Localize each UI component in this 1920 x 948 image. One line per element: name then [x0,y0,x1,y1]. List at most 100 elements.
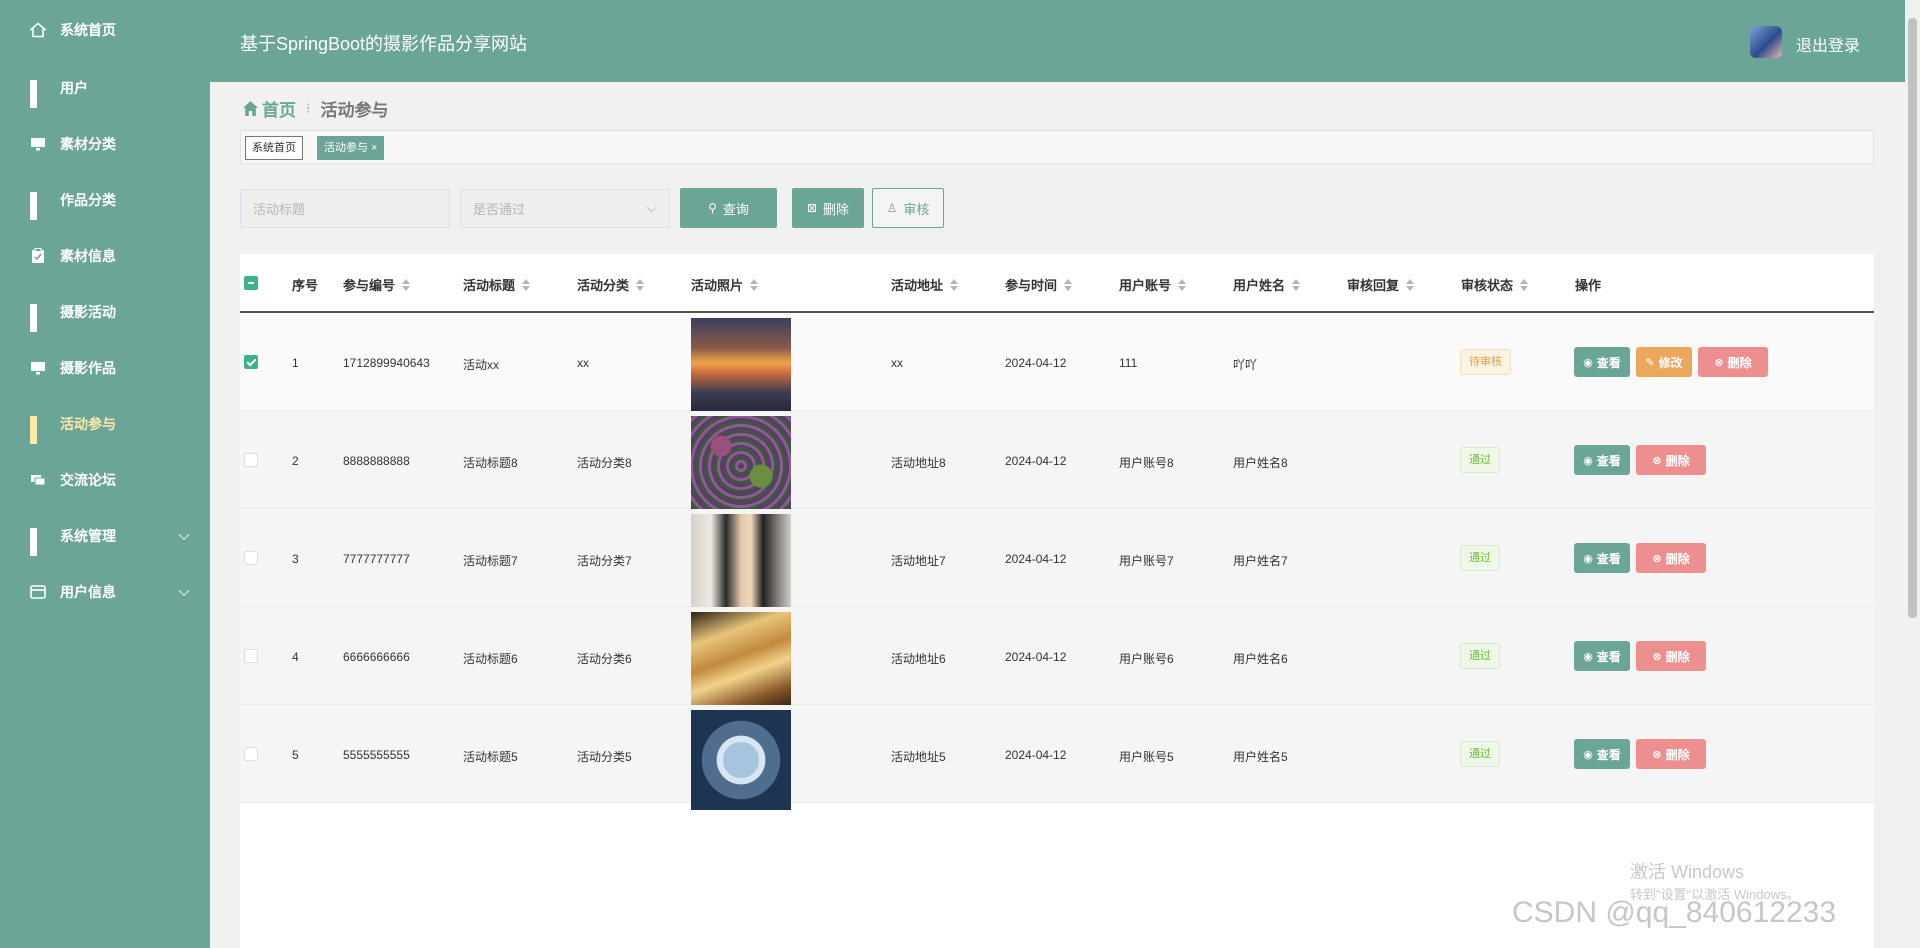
tag-activity-participation[interactable]: 活动参与 × [317,136,385,160]
sidebar-item-5[interactable]: 摄影活动 [0,284,210,340]
row-checkbox[interactable] [244,747,258,761]
col-account[interactable]: 用户账号 [1119,275,1187,294]
cell-address: 活动地址8 [891,456,946,470]
table-row[interactable]: 2 8888888888 活动标题8 活动分类8 活动地址8 2024-04-12 用户账号… [240,411,1874,516]
table-header: 序号 参与编号 活动标题 活动分类 活动照片 活动地址 参与时间 用户账号 用户… [240,254,1874,313]
page-scrollbar[interactable] [1905,0,1920,948]
sidebar-item-9[interactable]: 系统管理 [0,508,210,564]
status-badge: 通过 [1460,741,1500,767]
delete-button[interactable]: ⊗ 删除 [1636,445,1706,475]
query-button[interactable]: ⚲ 查询 [680,188,777,228]
cell-name: 吖吖 [1233,358,1258,372]
col-index: 序号 [292,278,319,293]
eye-icon: ◉ [1583,748,1593,761]
monitor-icon [30,360,46,376]
sort-icon [522,278,531,291]
activity-photo[interactable] [691,416,791,516]
pass-status-placeholder: 是否通过 [473,202,526,217]
col-reply[interactable]: 审核回复 [1347,275,1415,294]
cell-category: 活动分类6 [577,652,632,666]
sidebar-item-4[interactable]: 素材信息 [0,228,210,284]
table-row[interactable]: 5 5555555555 活动标题5 活动分类5 活动地址5 2024-04-12 用户账号… [240,705,1874,810]
eye-icon: ◉ [1583,454,1593,467]
table-row[interactable]: 3 7777777777 活动标题7 活动分类7 活动地址7 2024-04-12 用户账号… [240,509,1874,614]
row-checkbox[interactable] [244,551,258,565]
sort-icon [402,278,411,291]
view-button[interactable]: ◉ 查看 [1574,347,1630,377]
sidebar-item-label: 摄影作品 [60,360,116,376]
cell-title: 活动xx [463,358,500,372]
cell-name: 用户姓名8 [1233,456,1288,470]
cell-category: xx [577,356,589,370]
cell-time: 2024-04-12 [1005,552,1067,566]
chat-icon [30,472,46,488]
col-number[interactable]: 参与编号 [343,275,411,294]
edit-button[interactable]: ✎ 修改 [1636,347,1692,377]
row-checkbox[interactable] [244,453,258,467]
cell-time: 2024-04-12 [1005,748,1067,762]
cell-number: 5555555555 [343,748,410,762]
grid-icon [30,528,46,556]
table-row[interactable]: 1 1712899940643 活动xx xx xx 2024-04-12 111 吖吖 待审核… [240,313,1874,418]
sidebar-item-label: 系统管理 [60,528,116,544]
activity-photo[interactable] [691,514,791,614]
cell-category: 活动分类8 [577,456,632,470]
sidebar-item-3[interactable]: 作品分类 [0,172,210,228]
close-circle-icon: ⊗ [1652,552,1662,565]
cell-title: 活动标题5 [463,750,518,764]
status-badge: 通过 [1460,447,1500,473]
tag-home[interactable]: 系统首页 [245,136,303,160]
delete-button[interactable]: ⊗ 删除 [1636,641,1706,671]
audit-icon: ♙ [886,201,898,215]
delete-button[interactable]: ⊗ 删除 [1636,739,1706,769]
sidebar-item-1[interactable]: 用户 [0,60,210,116]
sidebar-item-10[interactable]: 用户信息 [0,564,210,620]
batch-delete-button[interactable]: ⊠ 删除 [792,188,864,228]
cell-index: 1 [292,356,299,370]
row-checkbox[interactable] [244,649,258,663]
eye-icon: ◉ [1583,552,1593,565]
sidebar-item-2[interactable]: 素材分类 [0,116,210,172]
activity-photo[interactable] [691,612,791,712]
col-name[interactable]: 用户姓名 [1233,275,1301,294]
grid-icon [30,192,46,220]
sidebar-item-7[interactable]: 活动参与 [0,396,210,452]
col-photo[interactable]: 活动照片 [691,275,759,294]
tags-view-bar: 系统首页 活动参与 × [240,130,1874,164]
scrollbar-thumb[interactable] [1908,18,1917,618]
col-address[interactable]: 活动地址 [891,275,959,294]
close-circle-icon: ⊗ [1652,650,1662,663]
sidebar: 系统首页 用户素材分类作品分类素材信息摄影活动摄影作品活动参与 交流论坛系统管理用户… [0,0,210,948]
audit-label: 审核 [903,201,930,217]
col-title[interactable]: 活动标题 [463,275,531,294]
avatar[interactable] [1750,26,1782,58]
view-button[interactable]: ◉ 查看 [1574,445,1630,475]
view-button[interactable]: ◉ 查看 [1574,543,1630,573]
delete-button[interactable]: ⊗ 删除 [1698,347,1768,377]
col-time[interactable]: 参与时间 [1005,275,1073,294]
sidebar-item-6[interactable]: 摄影作品 [0,340,210,396]
sidebar-item-8[interactable]: 交流论坛 [0,452,210,508]
table-row[interactable]: 4 6666666666 活动标题6 活动分类6 活动地址6 2024-04-12 用户账号… [240,607,1874,712]
row-checkbox[interactable] [244,355,258,369]
batch-delete-label: 删除 [823,201,850,217]
sort-icon [1292,278,1301,291]
activity-photo[interactable] [691,318,791,418]
pass-status-select[interactable]: 是否通过 [460,189,670,228]
audit-button[interactable]: ♙ 审核 [872,188,944,228]
select-all-checkbox[interactable] [244,276,258,290]
sidebar-item-0[interactable]: 系统首页 [0,0,210,60]
col-category[interactable]: 活动分类 [577,275,645,294]
view-button[interactable]: ◉ 查看 [1574,641,1630,671]
card-icon [30,584,46,600]
view-button[interactable]: ◉ 查看 [1574,739,1630,769]
logout-button[interactable]: 退出登录 [1796,32,1860,56]
sidebar-item-label: 素材分类 [60,136,116,152]
breadcrumb-current: 活动参与 [320,101,389,120]
col-status[interactable]: 审核状态 [1461,275,1529,294]
breadcrumb-home[interactable]: 首页 [262,96,296,121]
delete-button[interactable]: ⊗ 删除 [1636,543,1706,573]
sidebar-item-label: 素材信息 [60,248,116,264]
activity-photo[interactable] [691,710,791,810]
activity-title-search-input[interactable]: 活动标题 [240,189,450,228]
